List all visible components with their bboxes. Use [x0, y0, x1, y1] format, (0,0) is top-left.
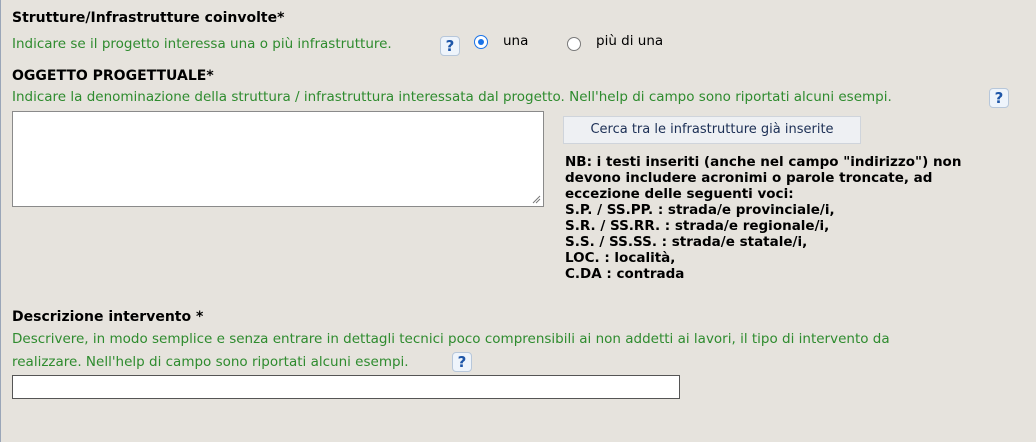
search-infrastructures-button[interactable]: Cerca tra le infrastrutture già inserite [563, 116, 861, 144]
radio-una[interactable] [474, 35, 488, 49]
strutture-hint: Indicare se il progetto interessa una o … [12, 36, 392, 52]
oggetto-help-icon[interactable]: ? [989, 88, 1009, 108]
oggetto-title: OGGETTO PROGETTUALE* [12, 68, 214, 84]
strutture-help-icon[interactable]: ? [440, 36, 460, 56]
nb-note-line: C.DA : contrada [565, 266, 685, 282]
nb-note-line: LOC. : località, [565, 250, 676, 266]
nb-note-line: eccezione delle seguenti voci: [565, 186, 794, 202]
strutture-title: Strutture/Infrastrutture coinvolte* [12, 10, 285, 26]
radio-piu-di-una-label[interactable]: più di una [596, 33, 663, 49]
nb-note-line: S.R. / SS.RR. : strada/e regionale/i, [565, 218, 830, 234]
descrizione-help-icon[interactable]: ? [452, 352, 472, 372]
nb-note-line: S.P. / SS.PP. : strada/e provinciale/i, [565, 202, 835, 218]
descrizione-input[interactable] [12, 375, 680, 399]
oggetto-hint: Indicare la denominazione della struttur… [12, 89, 892, 105]
descrizione-hint-line1: Descrivere, in modo semplice e senza ent… [12, 331, 890, 347]
nb-note-line: S.S. / SS.SS. : strada/e statale/i, [565, 234, 808, 250]
radio-piu-di-una[interactable] [567, 37, 581, 51]
nb-note-line: devono includere acronimi o parole tronc… [565, 170, 933, 186]
descrizione-hint-line2: realizzare. Nell'help di campo sono ripo… [12, 354, 409, 370]
descrizione-title: Descrizione intervento * [12, 309, 204, 325]
resize-grip-icon[interactable] [531, 194, 541, 204]
radio-una-label[interactable]: una [503, 33, 528, 49]
oggetto-textarea[interactable] [12, 111, 544, 207]
nb-note: NB: i testi inseriti (anche nel campo "i… [565, 154, 961, 282]
nb-note-line: NB: i testi inseriti (anche nel campo "i… [565, 154, 962, 170]
